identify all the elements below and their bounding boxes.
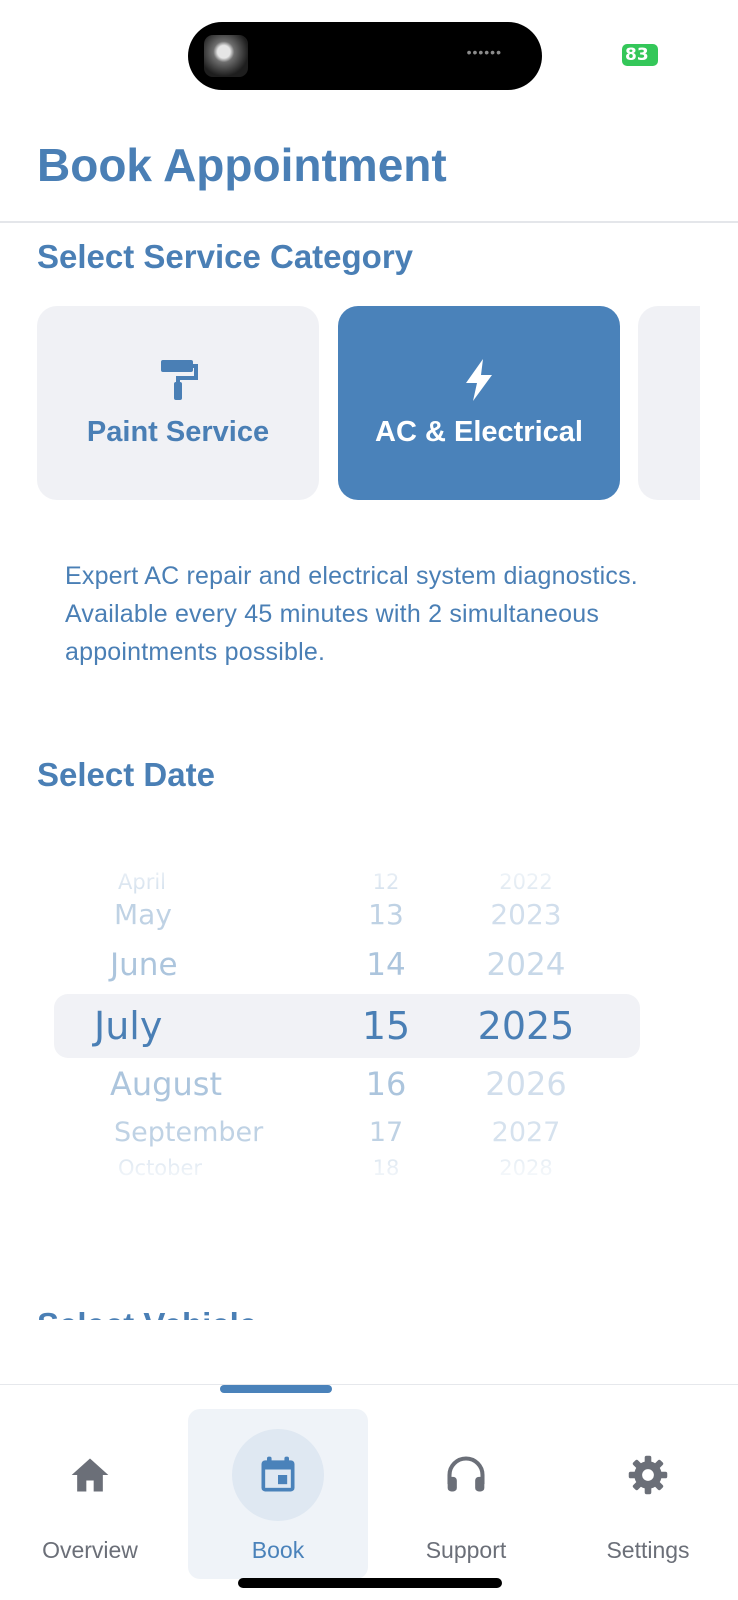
service-card-paint[interactable]: Paint Service — [37, 306, 319, 500]
active-tab-indicator — [220, 1385, 332, 1393]
year-option[interactable]: 2027 — [456, 1117, 596, 1148]
year-option-selected[interactable]: 2025 — [456, 1004, 596, 1048]
header-divider — [0, 221, 738, 223]
page-title: Book Appointment — [37, 139, 447, 191]
service-card-partial[interactable] — [638, 306, 700, 500]
month-option[interactable]: April — [118, 870, 348, 894]
day-option[interactable]: 18 — [336, 1156, 436, 1180]
year-option[interactable]: 2026 — [456, 1065, 596, 1103]
home-indicator — [238, 1578, 502, 1588]
bottom-tab-bar: Overview Book Support Settings — [0, 1384, 738, 1600]
day-option[interactable]: 16 — [336, 1065, 436, 1103]
tab-support[interactable]: Support — [376, 1409, 556, 1579]
calendar-icon — [261, 1456, 295, 1492]
battery-indicator: 83 — [622, 44, 658, 66]
year-option[interactable]: 2028 — [456, 1156, 596, 1180]
home-icon — [71, 1458, 109, 1492]
lightning-bolt-icon — [466, 358, 492, 401]
service-section-title: Select Service Category — [37, 238, 414, 275]
date-picker[interactable]: April May June July August September Oct… — [54, 850, 640, 1190]
service-description: Expert AC repair and electrical system d… — [65, 562, 638, 666]
status-bar: •••••• 83 — [0, 0, 738, 110]
vehicle-section-title: Select Vehicle — [37, 1306, 257, 1320]
month-option[interactable]: October — [118, 1156, 348, 1180]
day-option-selected[interactable]: 15 — [336, 1004, 436, 1048]
month-wheel[interactable]: April May June July August September Oct… — [94, 850, 324, 1190]
headphones-icon — [447, 1456, 485, 1492]
vehicle-section-title-clip: Select Vehicle — [37, 1300, 437, 1320]
tab-label: Support — [425, 1537, 507, 1563]
day-option[interactable]: 14 — [336, 947, 436, 983]
dynamic-island: •••••• — [188, 22, 542, 90]
day-wheel[interactable]: 12 13 14 15 16 17 18 — [336, 850, 436, 1190]
day-option[interactable]: 13 — [336, 898, 436, 931]
year-option[interactable]: 2024 — [456, 947, 596, 983]
paint-roller-icon — [161, 359, 198, 400]
tab-label: Book — [251, 1537, 305, 1563]
month-option[interactable]: May — [114, 898, 344, 931]
now-playing-artwork — [204, 35, 248, 77]
date-section-title: Select Date — [37, 756, 215, 793]
year-wheel[interactable]: 2022 2023 2024 2025 2026 2027 2028 — [456, 850, 596, 1190]
tab-settings[interactable]: Settings — [558, 1409, 738, 1579]
tab-book[interactable]: Book — [188, 1409, 368, 1579]
month-option[interactable]: August — [110, 1065, 340, 1103]
service-card-ac-electrical[interactable]: AC & Electrical — [338, 306, 620, 500]
service-card-label: AC & Electrical — [375, 415, 583, 448]
day-option[interactable]: 12 — [336, 870, 436, 894]
audio-waveform-icon: •••••• — [466, 44, 502, 60]
year-option[interactable]: 2023 — [456, 898, 596, 931]
gear-icon — [628, 1455, 668, 1495]
month-option[interactable]: June — [110, 947, 340, 983]
tab-label: Overview — [42, 1537, 138, 1563]
month-option-selected[interactable]: July — [94, 1004, 324, 1048]
tab-label: Settings — [606, 1537, 690, 1563]
month-option[interactable]: September — [114, 1117, 344, 1148]
day-option[interactable]: 17 — [336, 1117, 436, 1148]
service-card-label: Paint Service — [86, 415, 270, 448]
tab-overview[interactable]: Overview — [0, 1409, 180, 1579]
year-option[interactable]: 2022 — [456, 870, 596, 894]
